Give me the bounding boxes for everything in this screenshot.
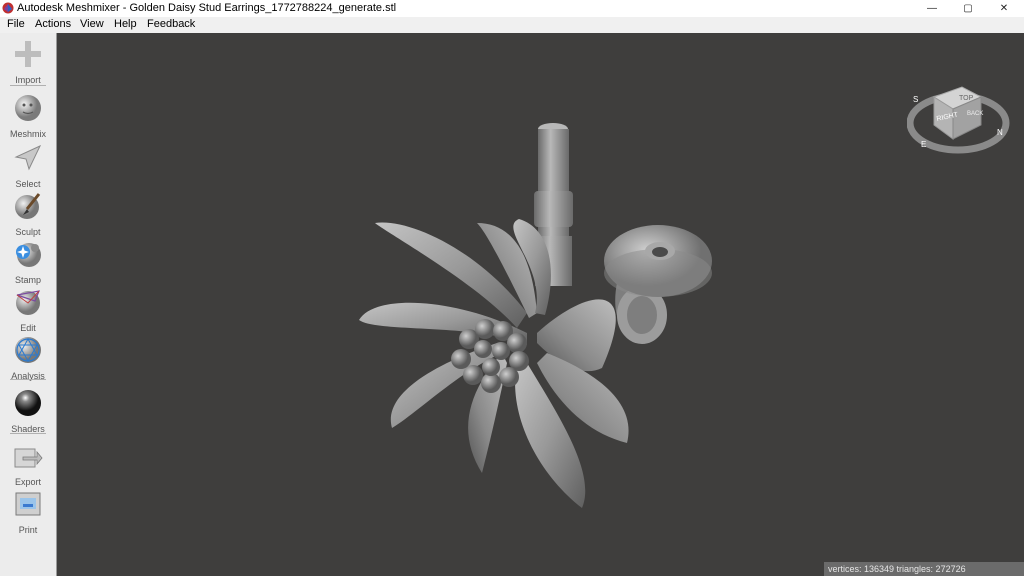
3d-viewport[interactable]: TOP RIGHT BACK S E N	[57, 33, 1024, 576]
separator	[10, 85, 46, 86]
separator	[10, 379, 46, 380]
title-bar: Autodesk Meshmixer - Golden Daisy Stud E…	[0, 0, 1024, 17]
menu-actions[interactable]: Actions	[35, 18, 71, 30]
tool-label: Edit	[20, 323, 36, 333]
mesh-stats-status: vertices: 136349 triangles: 272726	[824, 562, 1024, 576]
compass-north-label: N	[997, 128, 1003, 137]
tool-meshmix[interactable]: Meshmix	[0, 93, 56, 139]
tool-label: Meshmix	[9, 129, 46, 139]
meshmixer-logo-icon	[2, 2, 14, 14]
close-button[interactable]: ✕	[986, 0, 1022, 17]
tool-shaders[interactable]: Shaders	[0, 388, 56, 434]
compass-south-label: S	[913, 95, 918, 104]
separator	[10, 433, 46, 434]
tool-label: Select	[15, 179, 41, 189]
tool-print[interactable]: Print	[0, 489, 56, 535]
tool-stamp[interactable]: Stamp	[0, 239, 56, 285]
viewcube-top-label[interactable]: TOP	[959, 95, 974, 102]
analysis-icon	[15, 337, 41, 363]
window-title: Autodesk Meshmixer - Golden Daisy Stud E…	[17, 2, 397, 14]
model-render	[359, 123, 712, 508]
shaders-icon	[15, 390, 41, 416]
menu-bar: File Actions View Help Feedback	[0, 17, 1024, 33]
menu-feedback[interactable]: Feedback	[147, 18, 195, 30]
edit-icon	[16, 290, 40, 315]
plus-icon	[15, 41, 41, 67]
tool-edit[interactable]: Edit	[0, 287, 56, 333]
tool-sculpt[interactable]: Sculpt	[0, 191, 56, 237]
daisy-flower	[359, 219, 629, 508]
tool-analysis[interactable]: Analysis	[0, 335, 56, 381]
tool-select[interactable]: Select	[0, 143, 56, 189]
menu-file[interactable]: File	[7, 18, 25, 30]
tool-export[interactable]: Export	[0, 441, 56, 487]
export-icon	[14, 448, 43, 468]
tool-label: Export	[14, 477, 41, 487]
tool-label: Sculpt	[15, 227, 41, 237]
maximize-button[interactable]: ▢	[950, 0, 986, 17]
tool-label: Print	[18, 525, 38, 535]
viewcube-back-label[interactable]: BACK	[967, 111, 983, 117]
meshmix-icon	[15, 95, 41, 121]
tool-label: Stamp	[14, 275, 41, 285]
menu-view[interactable]: View	[80, 18, 104, 30]
stamp-icon	[16, 243, 41, 267]
viewcube[interactable]: TOP RIGHT BACK S E N	[907, 67, 1012, 159]
minimize-button[interactable]: —	[914, 0, 950, 17]
tool-sidebar: Import Meshmix Select Sculpt Stamp Edit …	[0, 33, 57, 576]
print-icon	[15, 492, 41, 516]
compass-east-label: E	[921, 140, 926, 149]
tool-label: Import	[15, 75, 41, 85]
earring-backing	[604, 225, 712, 344]
menu-help[interactable]: Help	[114, 18, 137, 30]
sculpt-brush-icon	[15, 193, 41, 219]
select-arrow-icon	[14, 144, 42, 171]
tool-import[interactable]: Import	[0, 39, 56, 85]
